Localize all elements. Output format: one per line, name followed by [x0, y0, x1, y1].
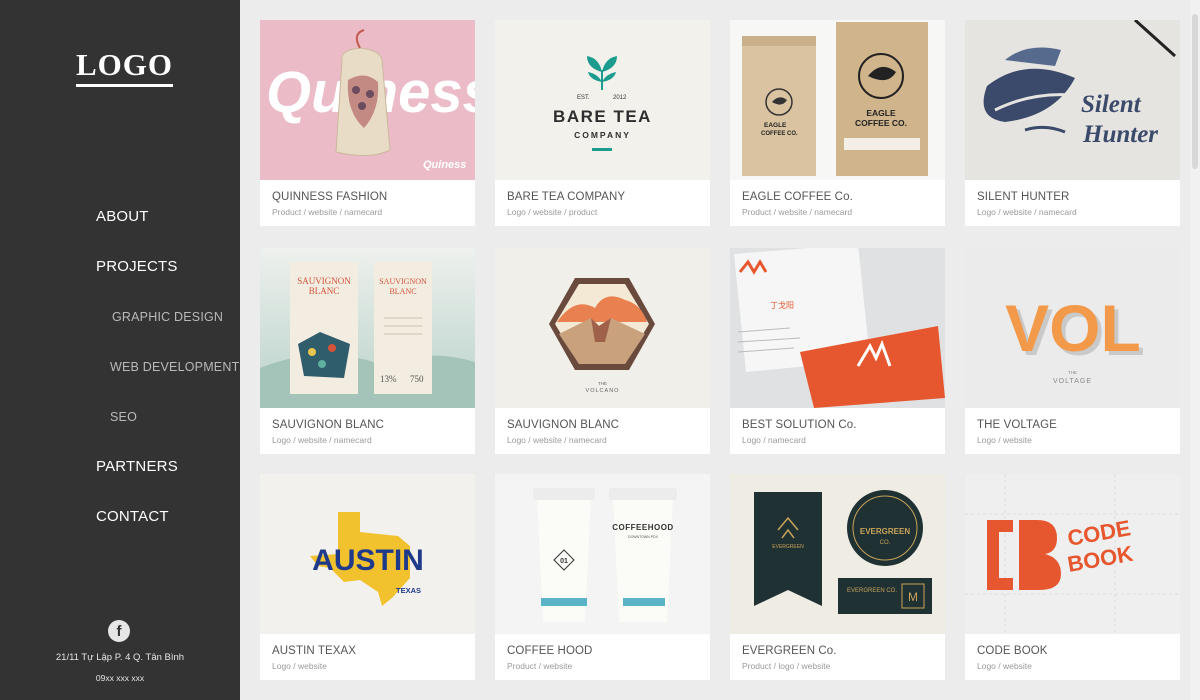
bare-tea-company: COMPANY — [574, 130, 631, 140]
project-card-voltage[interactable]: VOL VOL THE VOLTAGE THE VOLTAGE Logo / w… — [965, 248, 1180, 454]
project-title: SAUVIGNON BLANC — [272, 419, 385, 431]
project-tags: Logo / namecard — [742, 435, 806, 445]
hunter-text: Hunter — [1082, 121, 1158, 148]
coffee-cup-image: 01 COFFEEHOOD DOWNTOWN PDX — [495, 474, 710, 634]
project-card-sauvignon-1[interactable]: SAUVIGNON BLANC SAUVIGNON BLANC 13% 750 … — [260, 248, 475, 454]
label-m: M — [908, 590, 918, 604]
sauv-label-1a: SAUVIGNON — [297, 276, 351, 286]
project-tags: Logo / website / namecard — [977, 207, 1077, 217]
tea-leaf-logo-image: EST. 2012 BARE TEA COMPANY — [495, 20, 710, 180]
project-card-bare-tea[interactable]: EST. 2012 BARE TEA COMPANY BARE TEA COMP… — [495, 20, 710, 226]
ribbon-evergreen: EVERGREEN — [772, 544, 804, 550]
project-title: AUSTIN TEXAX — [272, 645, 357, 657]
nav-graphic-design[interactable]: GRAPHIC DESIGN — [112, 310, 223, 324]
project-card-evergreen[interactable]: EVERGREEN EVERGREEN CO. EVERGREEN CO. M … — [730, 474, 945, 680]
fish-illustration-image: Silent Hunter — [965, 20, 1180, 180]
nav-seo[interactable]: SEO — [110, 410, 137, 424]
project-card-eagle-coffee[interactable]: EAGLE COFFEE CO. EAGLE COFFEE CO. EAGLE … — [730, 20, 945, 226]
texas-text: TEXAS — [396, 586, 421, 595]
project-title: EVERGREEN Co. — [742, 645, 837, 657]
vol-text: VOL — [1005, 291, 1141, 365]
project-tags: Logo / website — [977, 661, 1032, 671]
project-card-quinness[interactable]: Quiness Quiness QUINNESS FASHION Product… — [260, 20, 475, 226]
project-title: BEST SOLUTION Co. — [742, 419, 857, 431]
card-chinese-name: 丁戈阳 — [770, 300, 794, 310]
project-tags: Logo / website / namecard — [507, 435, 607, 445]
project-tags: Product / website / namecard — [742, 207, 853, 217]
business-card-image: 丁戈阳 — [730, 248, 945, 408]
site-logo[interactable]: LOGO — [76, 48, 174, 87]
project-tags: Logo / website — [977, 435, 1032, 445]
project-title: SAUVIGNON BLANC — [507, 419, 620, 431]
nav-about[interactable]: ABOUT — [96, 208, 149, 225]
project-title: QUINNESS FASHION — [272, 191, 388, 203]
quiness-tag-text: Quiness — [423, 159, 466, 171]
facebook-icon[interactable]: f — [108, 620, 130, 642]
voltage-the: THE — [1068, 370, 1077, 375]
nav-web-development[interactable]: WEB DEVELOPMENT — [110, 360, 239, 374]
sauv-volume: 750 — [410, 374, 424, 384]
footer-phone: 09xx xxx xxx — [95, 673, 145, 683]
project-tags: Product / website — [507, 661, 573, 671]
austin-text: AUSTIN — [312, 544, 424, 577]
project-title: COFFEE HOOD — [507, 645, 593, 657]
project-card-austin[interactable]: AUSTIN TEXAS AUSTIN TEXAX Logo / website — [260, 474, 475, 680]
project-title: EAGLE COFFEE Co. — [742, 191, 853, 203]
eagle-large-2: COFFEE CO. — [855, 118, 907, 128]
project-card-sauvignon-2[interactable]: THE VOLCANO SAUVIGNON BLANC Logo / websi… — [495, 248, 710, 454]
project-title: SILENT HUNTER — [977, 191, 1070, 203]
downtown-text: DOWNTOWN PDX — [628, 535, 659, 539]
project-card-code-book[interactable]: CODE BOOK CODE BOOK Logo / website — [965, 474, 1180, 680]
label-evergreen: EVERGREEN CO. — [847, 588, 897, 594]
sauv-label-1b: BLANC — [309, 286, 340, 296]
nav-projects[interactable]: PROJECTS — [96, 258, 178, 275]
sidebar: LOGO ABOUT PROJECTS GRAPHIC DESIGN WEB D… — [0, 0, 240, 700]
scrollbar-thumb[interactable] — [1192, 14, 1198, 169]
eagle-small-2: COFFEE CO. — [761, 131, 798, 137]
badge-co: CO. — [880, 540, 891, 546]
codebook-logo-image: CODE BOOK — [965, 474, 1180, 634]
project-title: CODE BOOK — [977, 645, 1048, 657]
volcano-badge-image: THE VOLCANO — [495, 248, 710, 408]
coffee-bag-image: EAGLE COFFEE CO. EAGLE COFFEE CO. — [730, 20, 945, 180]
voltage-name: VOLTAGE — [1053, 378, 1092, 385]
project-card-silent-hunter[interactable]: Silent Hunter SILENT HUNTER Logo / websi… — [965, 20, 1180, 226]
project-card-coffee-hood[interactable]: 01 COFFEEHOOD DOWNTOWN PDX COFFEE HOOD P… — [495, 474, 710, 680]
project-tags: Logo / website / product — [507, 207, 598, 217]
sauv-label-2b: BLANC — [389, 287, 416, 296]
bare-tea-est: EST. — [577, 95, 590, 101]
nav-partners[interactable]: PARTNERS — [96, 458, 178, 475]
project-tags: Logo / website / namecard — [272, 435, 372, 445]
sauv-label-2a: SAUVIGNON — [379, 277, 427, 286]
bare-tea-name: BARE TEA — [553, 107, 652, 126]
project-tags: Logo / website — [272, 661, 327, 671]
project-tags: Product / logo / website — [742, 661, 831, 671]
nav-contact[interactable]: CONTACT — [96, 508, 169, 525]
bare-tea-year: 2012 — [613, 95, 627, 101]
coffeehood-text: COFFEEHOOD — [612, 523, 673, 532]
page-scrollbar[interactable] — [1190, 0, 1200, 700]
project-card-best-solution[interactable]: 丁戈阳 BEST SOLUTION Co. Logo / namecard — [730, 248, 945, 454]
wine-label-image: SAUVIGNON BLANC SAUVIGNON BLANC 13% 750 — [260, 248, 475, 408]
voltage-letters-image: VOL VOL THE VOLTAGE — [965, 248, 1180, 408]
eagle-small-1: EAGLE — [764, 122, 787, 129]
project-tags: Product / website / namecard — [272, 207, 383, 217]
cup-number: 01 — [560, 558, 568, 565]
eagle-large-1: EAGLE — [866, 108, 896, 118]
project-title: BARE TEA COMPANY — [507, 191, 626, 203]
drawstring-bag-image: Quiness Quiness — [260, 20, 475, 180]
project-title: THE VOLTAGE — [977, 419, 1057, 431]
volcano-the: THE — [598, 381, 607, 386]
silent-text: Silent — [1081, 91, 1142, 118]
badge-evergreen: EVERGREEN — [860, 527, 910, 536]
volcano-name: VOLCANO — [586, 388, 620, 394]
sauv-abv: 13% — [380, 374, 397, 384]
evergreen-badge-image: EVERGREEN EVERGREEN CO. EVERGREEN CO. M — [730, 474, 945, 634]
texas-map-image: AUSTIN TEXAS — [260, 474, 475, 634]
footer-address: 21/11 Tự Lập P. 4 Q. Tân Bình — [55, 652, 185, 663]
